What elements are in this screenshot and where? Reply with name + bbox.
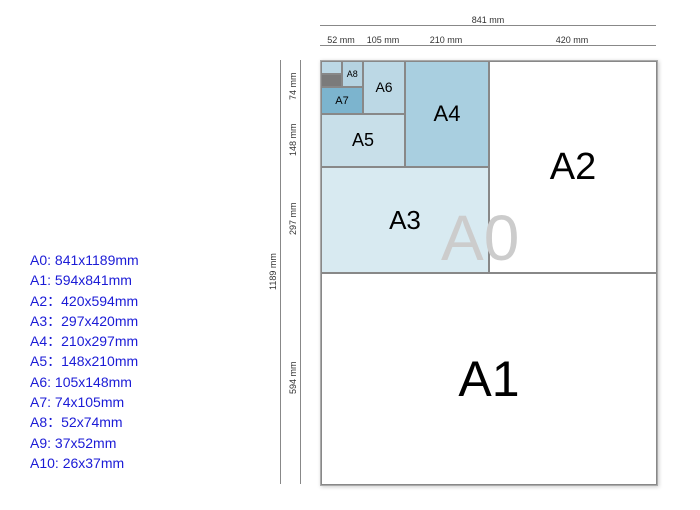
paper-size-list: A0: 841x1189mm A1: 594x841mm A2：420x594m… <box>30 250 139 473</box>
size-row: A9: 37x52mm <box>30 433 139 453</box>
size-row: A0: 841x1189mm <box>30 250 139 270</box>
dim-line <box>488 45 656 46</box>
size-row: A4：210x297mm <box>30 331 139 351</box>
rect-a1: A1 <box>321 273 657 485</box>
rect-a4: A4 <box>405 61 489 167</box>
dim-line <box>300 113 301 166</box>
dim-height-74: 74 mm <box>288 60 298 113</box>
dim-width-210: 210 mm <box>404 35 488 45</box>
rect-a8: A8 <box>342 61 363 87</box>
size-row: A1: 594x841mm <box>30 270 139 290</box>
dim-line <box>280 60 281 484</box>
rect-a7: A7 <box>321 87 363 113</box>
dim-height-1189: 1189 mm <box>268 60 278 484</box>
dim-line <box>404 45 488 46</box>
paper-size-diagram: 841 mm 420 mm 210 mm 105 mm 52 mm 1189 m… <box>260 15 680 495</box>
size-row: A6: 105x148mm <box>30 372 139 392</box>
rect-a5: A5 <box>321 114 405 167</box>
rect-a9 <box>321 74 342 87</box>
dim-line <box>362 45 404 46</box>
size-row: A7: 74x105mm <box>30 392 139 412</box>
size-row: A8：52x74mm <box>30 412 139 432</box>
dim-width-841: 841 mm <box>320 15 656 25</box>
dim-line <box>300 166 301 272</box>
dim-height-594: 594 mm <box>288 272 298 484</box>
dim-width-105: 105 mm <box>362 35 404 45</box>
dim-line <box>320 25 656 26</box>
dim-height-297: 297 mm <box>288 166 298 272</box>
dim-line <box>300 60 301 113</box>
rect-a3: A3 <box>321 167 489 273</box>
size-row: A2：420x594mm <box>30 291 139 311</box>
size-row: A5：148x210mm <box>30 351 139 371</box>
size-row: A10: 26x37mm <box>30 453 139 473</box>
dim-line <box>320 45 362 46</box>
dim-height-148: 148 mm <box>288 113 298 166</box>
dim-width-420: 420 mm <box>488 35 656 45</box>
rect-a6: A6 <box>363 61 405 114</box>
a0-sheet-container: A1 A2 A3 A4 A5 A6 A7 A8 A0 <box>320 60 658 486</box>
rect-a10 <box>321 61 342 74</box>
dim-line <box>300 272 301 484</box>
size-row: A3：297x420mm <box>30 311 139 331</box>
rect-a2: A2 <box>489 61 657 273</box>
dim-width-52: 52 mm <box>320 35 362 45</box>
